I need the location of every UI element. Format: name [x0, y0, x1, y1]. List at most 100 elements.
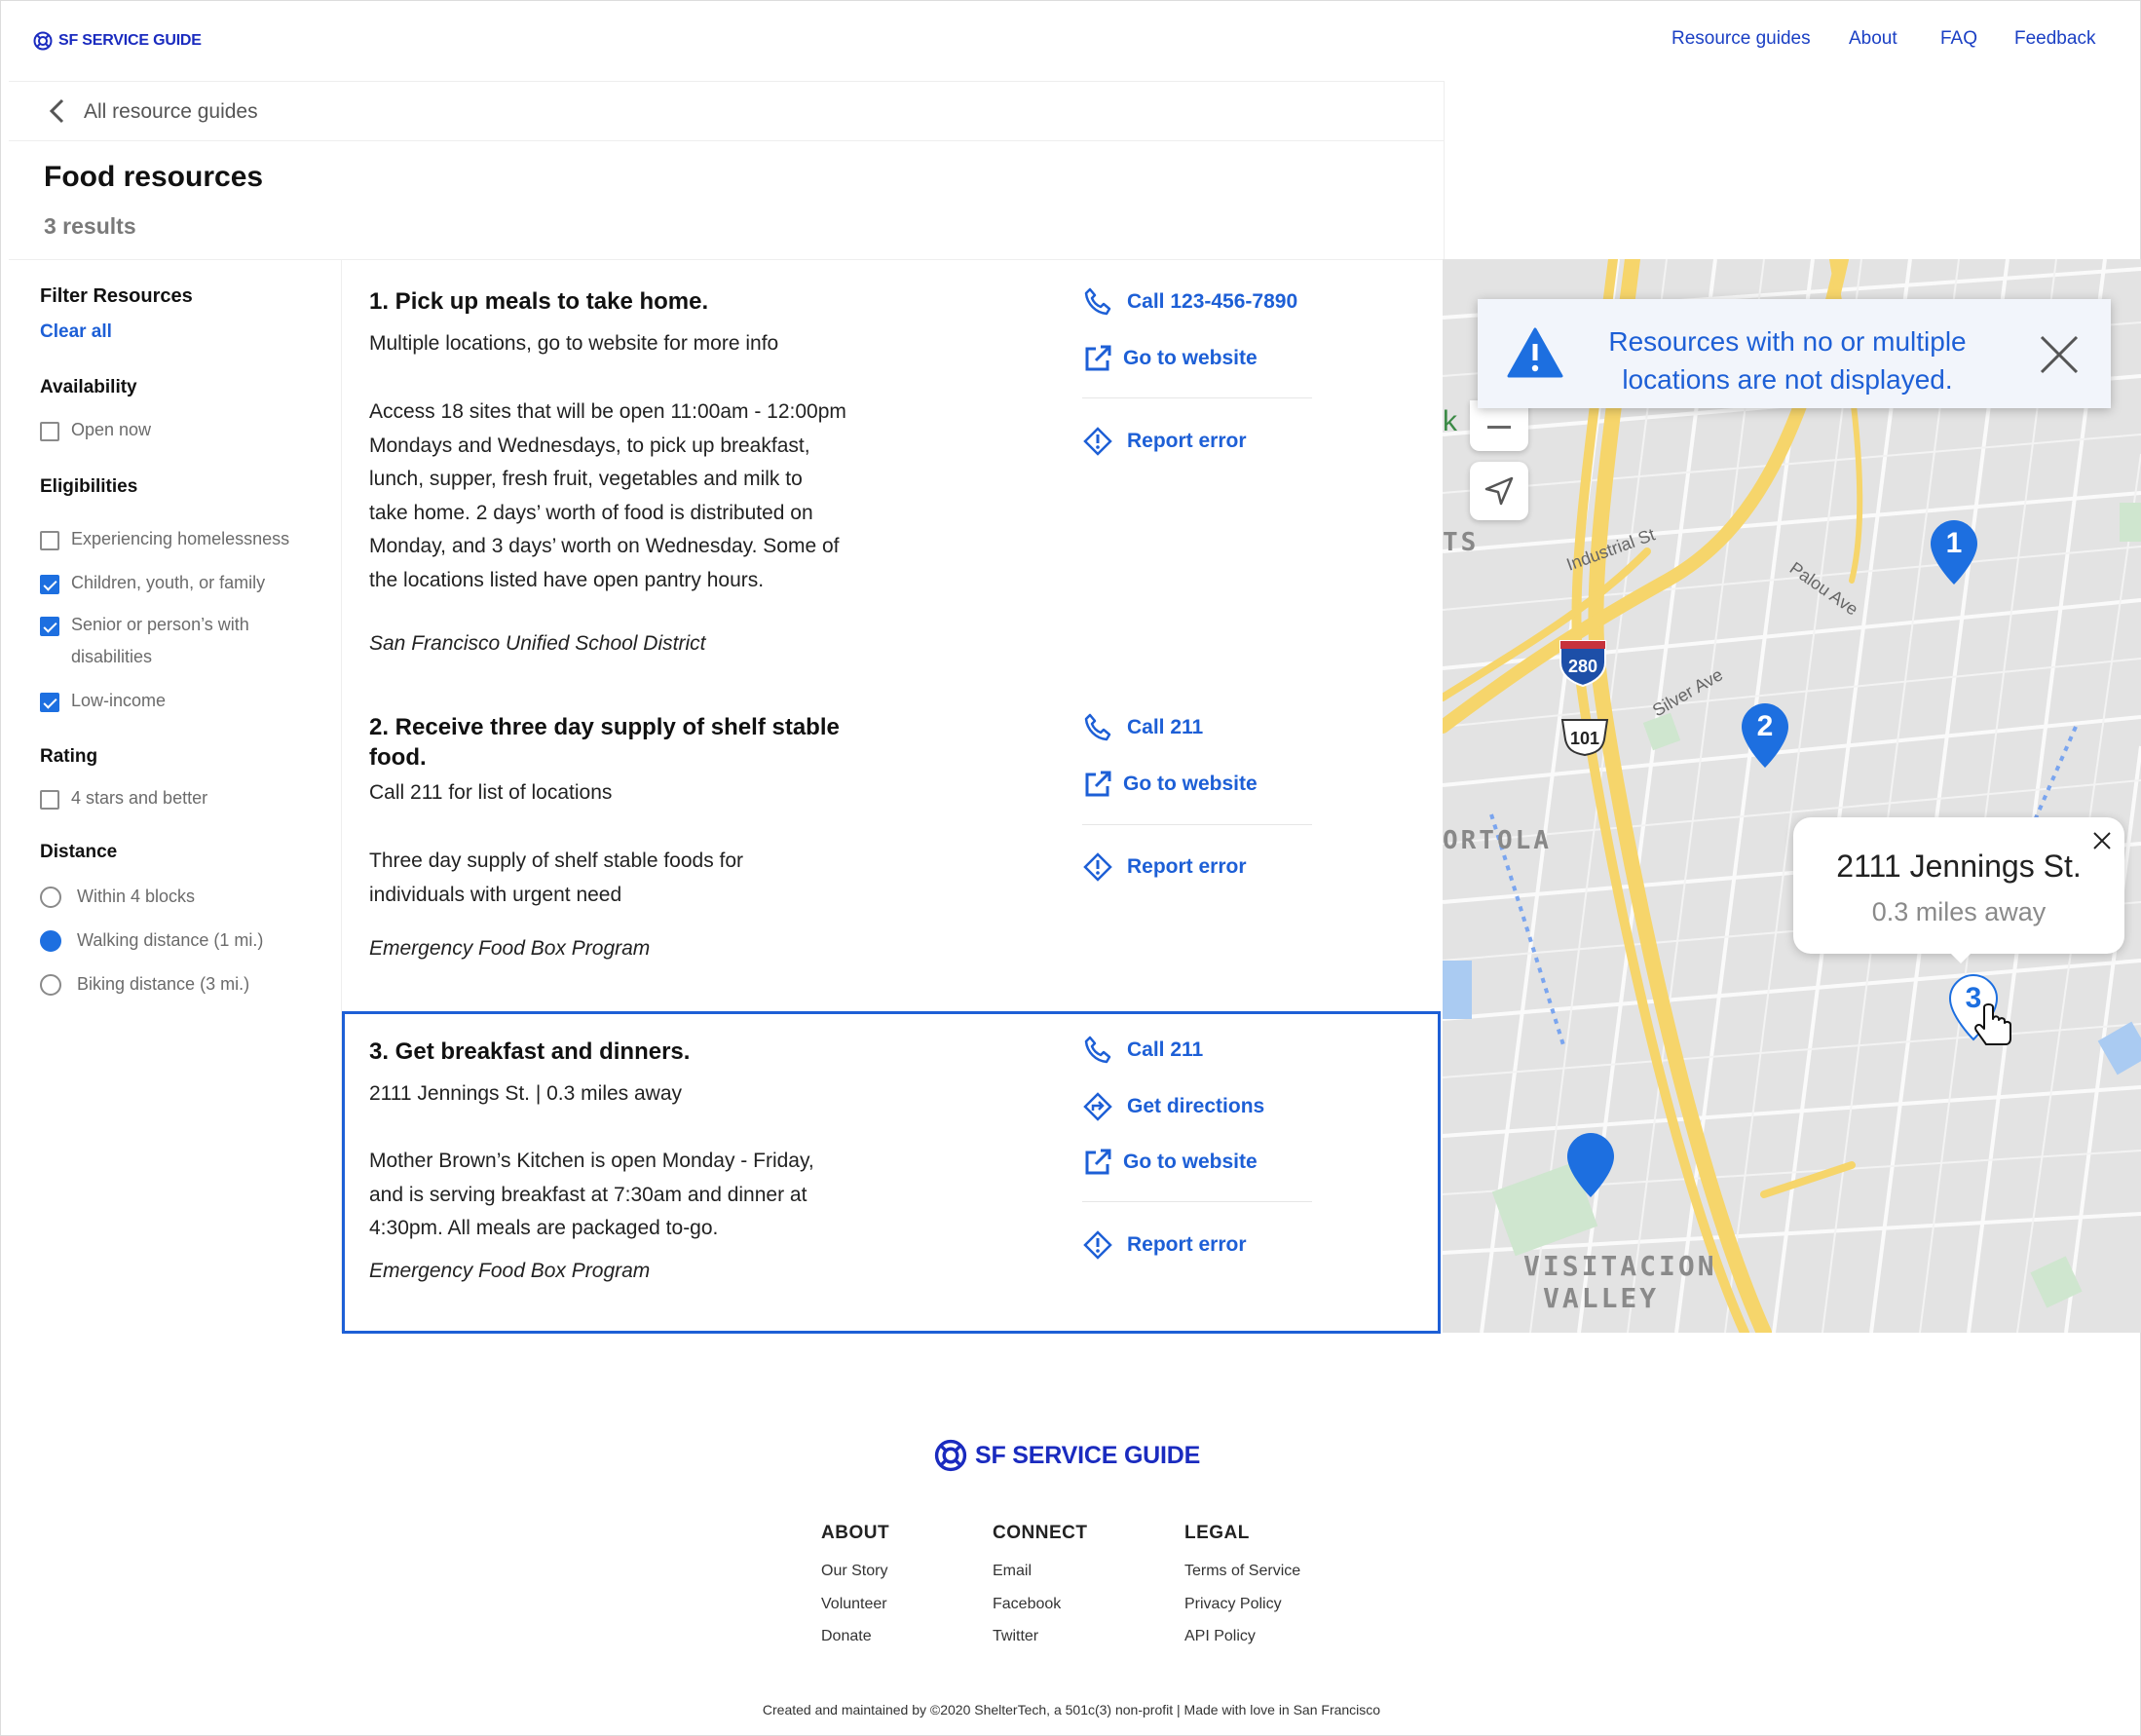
header-logo[interactable]: SF SERVICE GUIDE: [33, 31, 202, 51]
footer-heading-connect: CONNECT: [993, 1523, 1088, 1543]
close-icon[interactable]: [2092, 831, 2112, 850]
report-error-label: Report error: [1127, 430, 1247, 452]
footer-heading-legal: LEGAL: [1184, 1523, 1250, 1543]
result-description: Three day supply of shelf stable foods f…: [369, 845, 876, 912]
copyright: Created and maintained by ©2020 ShelterT…: [762, 1702, 1381, 1717]
footer-link-email[interactable]: Email: [993, 1563, 1032, 1580]
divider: [1082, 1201, 1312, 1202]
warning-triangle-icon: [1507, 327, 1563, 378]
footer-link-donate[interactable]: Donate: [821, 1628, 872, 1645]
website-button[interactable]: Go to website: [1082, 343, 1258, 374]
locate-me-button[interactable]: [1470, 462, 1528, 520]
external-link-icon: [1085, 771, 1111, 797]
minus-icon: [1487, 426, 1511, 429]
description-line: Access 18 sites that will be open 11:00a…: [369, 400, 846, 423]
neighborhood-label: TS: [1443, 528, 1479, 557]
report-error-button[interactable]: Report error: [1082, 426, 1247, 457]
navigation-arrow-icon: [1484, 476, 1514, 506]
senior-disabilities-label-line2: disabilities: [71, 647, 153, 666]
description-line: and is serving breakfast at 7:30am and d…: [369, 1183, 808, 1206]
result-card-2[interactable]: 2. Receive three day supply of shelf sta…: [342, 689, 1441, 979]
warning-diamond-icon: [1083, 1230, 1112, 1260]
result-title[interactable]: 1. Pick up meals to take home.: [369, 286, 708, 317]
low-income-checkbox[interactable]: [40, 693, 59, 712]
results-list: 1. Pick up meals to take home. Multiple …: [342, 259, 1443, 1334]
website-button[interactable]: Go to website: [1082, 769, 1258, 800]
interstate-shield: 280: [1568, 657, 1597, 676]
four-stars-checkbox[interactable]: [40, 790, 59, 810]
biking-distance-label: Biking distance (3 mi.): [77, 974, 250, 994]
nav-resource-guides[interactable]: Resource guides: [1671, 28, 1811, 50]
low-income-label: Low-income: [71, 691, 167, 710]
footer-link-our-story[interactable]: Our Story: [821, 1563, 887, 1580]
call-label: Call 211: [1127, 1038, 1204, 1061]
within-4-blocks-radio[interactable]: [40, 887, 61, 908]
senior-disabilities-checkbox[interactable]: [40, 617, 59, 636]
chevron-left-icon[interactable]: [48, 97, 67, 125]
rating-heading: Rating: [40, 746, 98, 767]
description-line: Monday, and 3 days’ worth on Wednesday. …: [369, 535, 840, 557]
nav-feedback[interactable]: Feedback: [2014, 28, 2095, 50]
logo-text: SF SERVICE GUIDE: [975, 1441, 1201, 1469]
back-link[interactable]: All resource guides: [84, 100, 258, 124]
neighborhood-label: VALLEY: [1543, 1282, 1659, 1314]
walking-distance-radio[interactable]: [40, 930, 61, 952]
external-link-icon: [1085, 1149, 1111, 1175]
results-count: 3 results: [44, 213, 136, 239]
call-label: Call 211: [1127, 716, 1204, 738]
directions-button[interactable]: Get directions: [1082, 1091, 1264, 1122]
divider: [1082, 397, 1312, 398]
report-error-button[interactable]: Report error: [1082, 851, 1247, 883]
directions-label: Get directions: [1127, 1095, 1265, 1117]
map[interactable]: Industrial St Palou Ave Silver Ave ORTOL…: [1443, 259, 2141, 1333]
availability-heading: Availability: [40, 377, 137, 397]
call-button[interactable]: Call 123-456-7890: [1082, 286, 1297, 318]
description-line: Three day supply of shelf stable foods f…: [369, 849, 744, 872]
directions-icon: [1083, 1092, 1112, 1121]
close-icon[interactable]: [2039, 334, 2080, 375]
result-org: Emergency Food Box Program: [369, 937, 651, 960]
nav-faq[interactable]: FAQ: [1940, 28, 1977, 50]
footer-link-facebook[interactable]: Facebook: [993, 1596, 1061, 1613]
description-line: Mondays and Wednesdays, to pick up break…: [369, 434, 810, 457]
report-error-label: Report error: [1127, 855, 1247, 878]
map-alert-banner: Resources with no or multiple locations …: [1478, 299, 2111, 408]
neighborhood-label: VISITACION: [1523, 1250, 1717, 1282]
footer-link-twitter[interactable]: Twitter: [993, 1628, 1038, 1645]
nav-about[interactable]: About: [1849, 28, 1897, 50]
footer-logo[interactable]: SF SERVICE GUIDE: [934, 1439, 1200, 1472]
report-error-label: Report error: [1127, 1233, 1247, 1256]
footer-link-terms[interactable]: Terms of Service: [1184, 1563, 1300, 1580]
phone-icon: [1084, 287, 1111, 316]
footer-link-privacy[interactable]: Privacy Policy: [1184, 1596, 1282, 1613]
result-card-1[interactable]: 1. Pick up meals to take home. Multiple …: [342, 260, 1441, 689]
footer-link-api-policy[interactable]: API Policy: [1184, 1628, 1256, 1645]
open-now-checkbox[interactable]: [40, 422, 59, 441]
homelessness-checkbox[interactable]: [40, 531, 59, 550]
eligibilities-heading: Eligibilities: [40, 476, 138, 497]
website-label: Go to website: [1123, 773, 1258, 795]
call-button[interactable]: Call 211: [1082, 712, 1203, 743]
description-line: lunch, supper, fresh fruit, vegetables a…: [369, 468, 803, 490]
lifebuoy-icon: [934, 1439, 967, 1472]
result-title[interactable]: 2. Receive three day supply of shelf sta…: [369, 712, 840, 773]
popup-address: 2111 Jennings St.: [1836, 849, 2082, 884]
website-button[interactable]: Go to website: [1082, 1147, 1258, 1178]
footer-link-volunteer[interactable]: Volunteer: [821, 1596, 887, 1613]
external-link-icon: [1085, 345, 1111, 371]
clear-all-link[interactable]: Clear all: [40, 321, 112, 343]
children-youth-family-label: Children, youth, or family: [71, 573, 266, 592]
result-subtitle: Call 211 for list of locations: [369, 781, 613, 804]
biking-distance-radio[interactable]: [40, 974, 61, 996]
map-canvas[interactable]: Industrial St Palou Ave Silver Ave ORTOL…: [1443, 259, 2141, 1333]
map-label: k: [1443, 405, 1458, 437]
result-card-3-selected[interactable]: 3. Get breakfast and dinners. 2111 Jenni…: [342, 1011, 1441, 1334]
neighborhood-label: ORTOLA: [1443, 826, 1552, 855]
description-line: the locations listed have open pantry ho…: [369, 568, 765, 591]
call-button[interactable]: Call 211: [1082, 1035, 1203, 1066]
result-org: Emergency Food Box Program: [369, 1260, 651, 1282]
children-youth-family-checkbox[interactable]: [40, 575, 59, 594]
report-error-button[interactable]: Report error: [1082, 1229, 1247, 1261]
result-title[interactable]: 3. Get breakfast and dinners.: [369, 1037, 690, 1067]
within-4-blocks-label: Within 4 blocks: [77, 887, 196, 906]
